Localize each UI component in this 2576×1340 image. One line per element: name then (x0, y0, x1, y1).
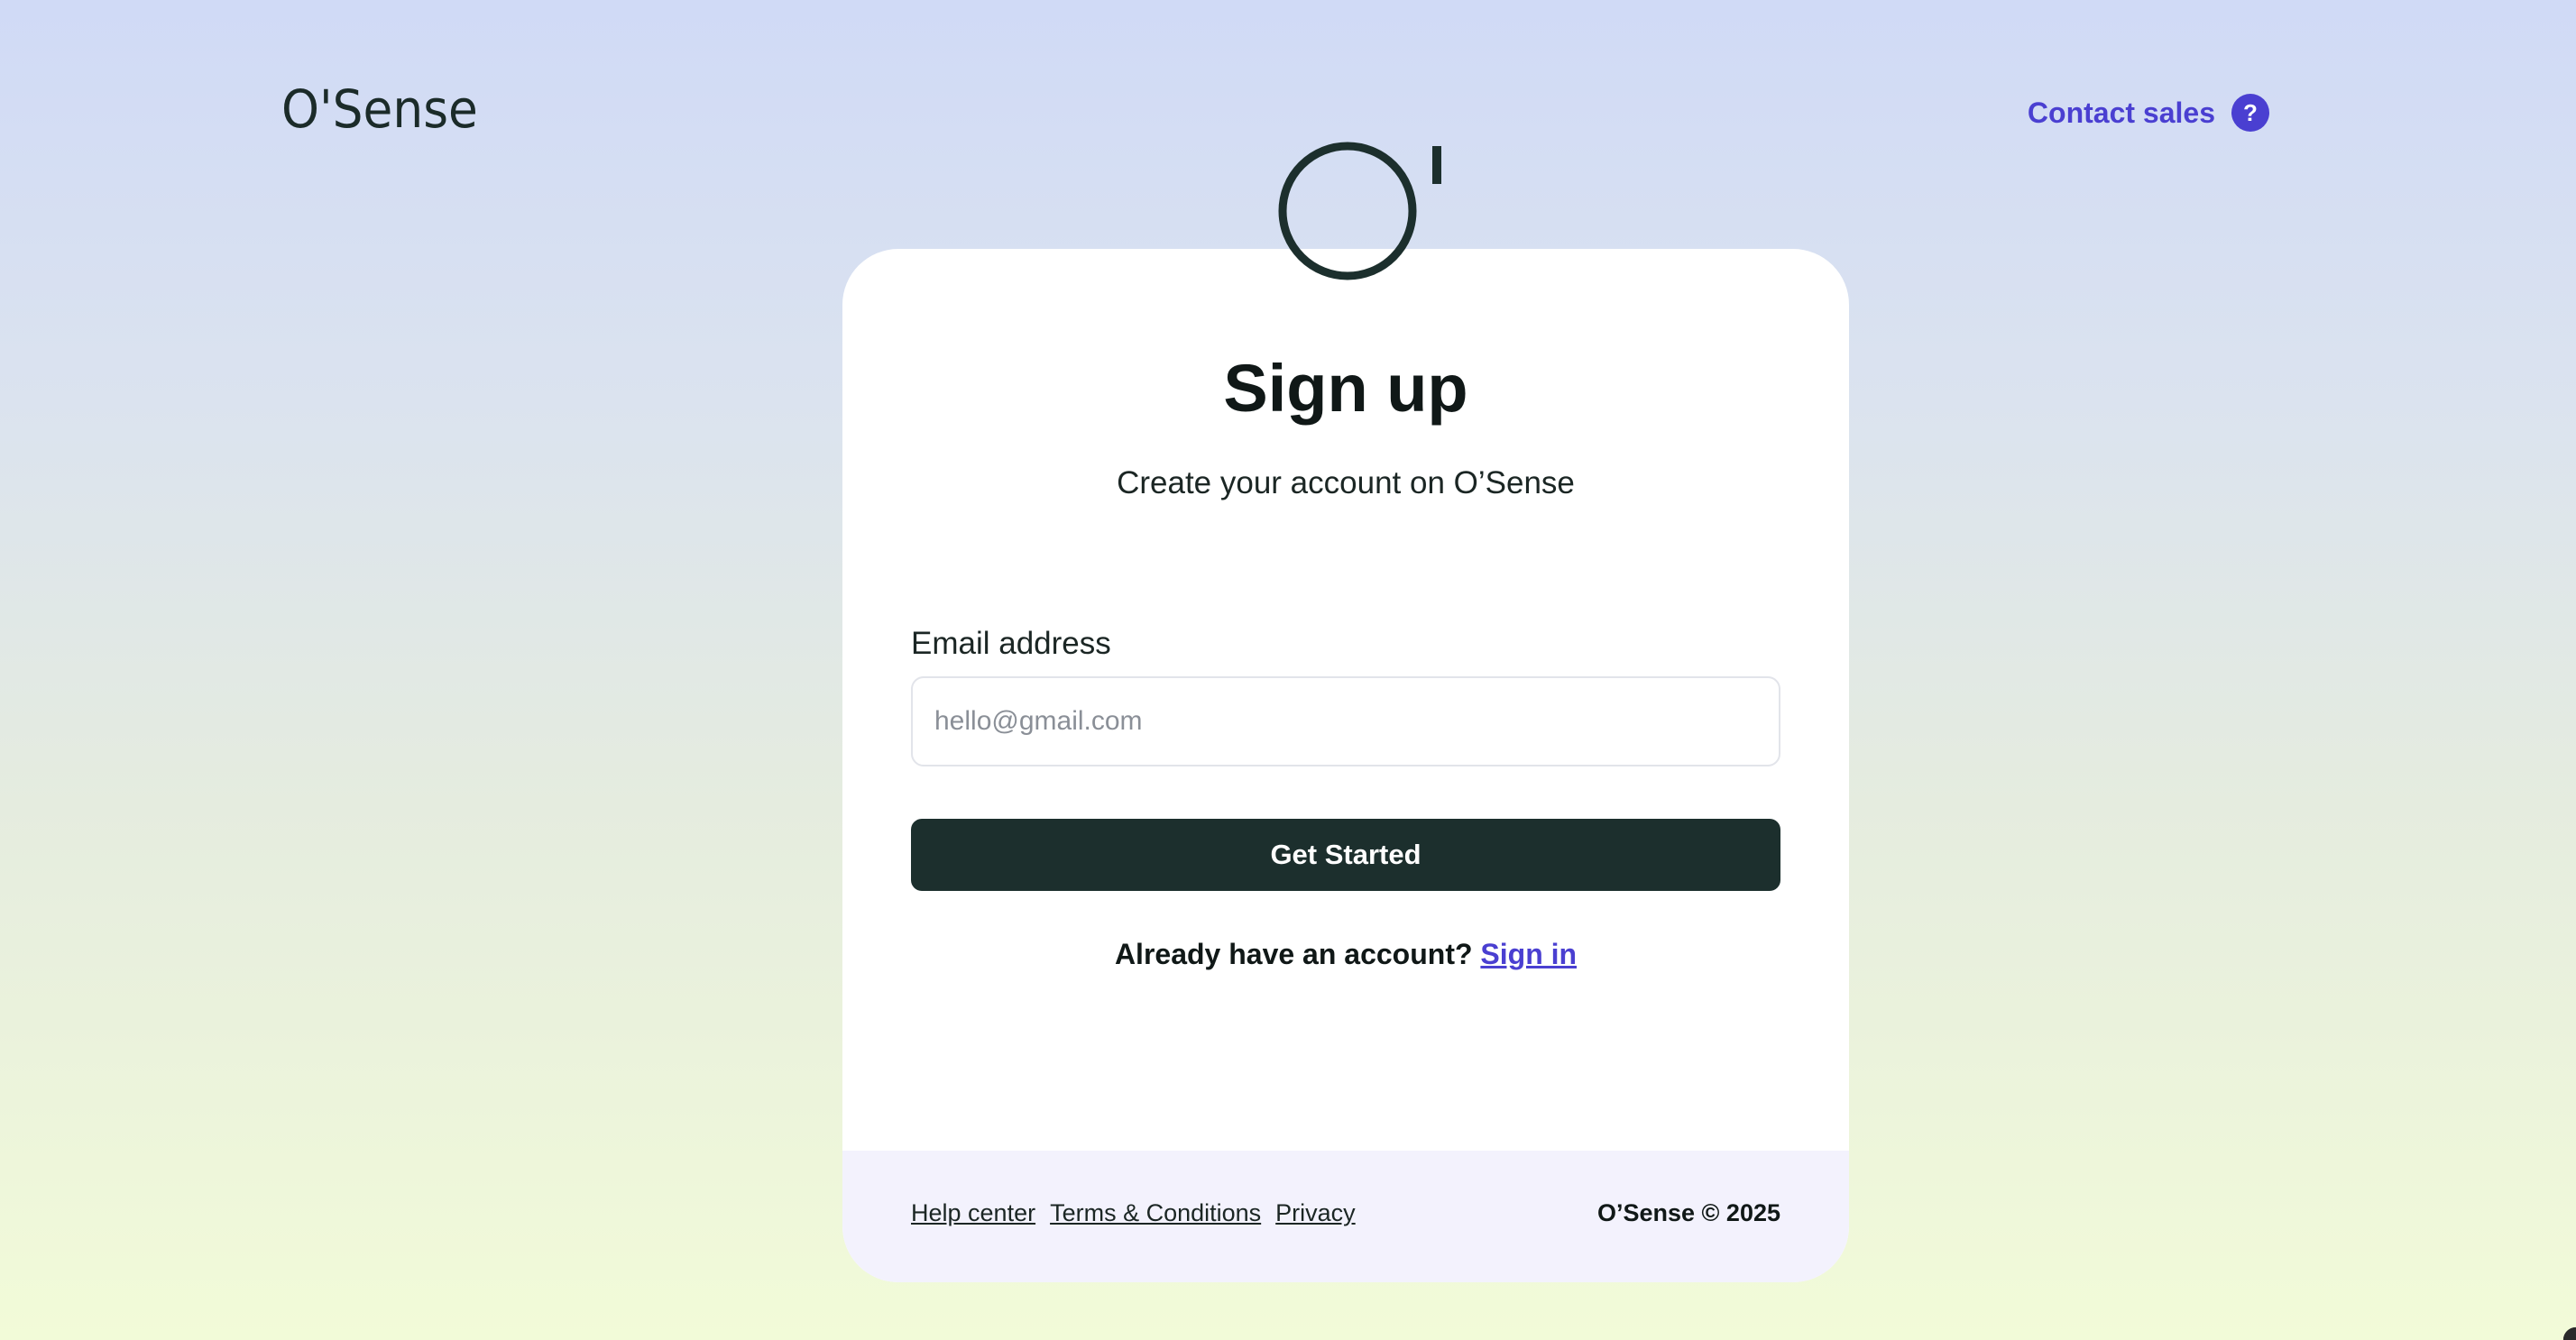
contact-sales-label: Contact sales (2027, 96, 2215, 129)
question-icon: ? (2231, 94, 2269, 132)
signup-card: Sign up Create your account on O’Sense E… (842, 249, 1849, 1282)
card-footer: Help center Terms & Conditions Privacy O… (842, 1151, 1849, 1282)
corner-shadow (2556, 1320, 2576, 1340)
terms-link[interactable]: Terms & Conditions (1050, 1199, 1261, 1227)
signin-link[interactable]: Sign in (1480, 938, 1577, 970)
privacy-link[interactable]: Privacy (1275, 1199, 1356, 1227)
brand-logo[interactable]: O'Sense (281, 83, 478, 135)
copyright: O’Sense © 2025 (1596, 1199, 1780, 1226)
page-title: Sign up (1223, 351, 1468, 426)
email-field[interactable] (911, 676, 1780, 766)
signin-row: Already have an account? Sign in (842, 938, 1849, 971)
contact-sales-link[interactable]: Contact sales ? (2028, 94, 2269, 132)
page-subtitle: Create your account on O’Sense (1117, 465, 1575, 500)
footer-links: Help center Terms & Conditions Privacy (911, 1199, 1356, 1227)
get-started-button[interactable]: Get Started (911, 819, 1780, 891)
help-center-link[interactable]: Help center (911, 1199, 1035, 1227)
email-label: Email address (911, 626, 1111, 661)
brand-emblem-icon (1278, 142, 1441, 280)
signin-prompt: Already have an account? (1114, 938, 1473, 970)
